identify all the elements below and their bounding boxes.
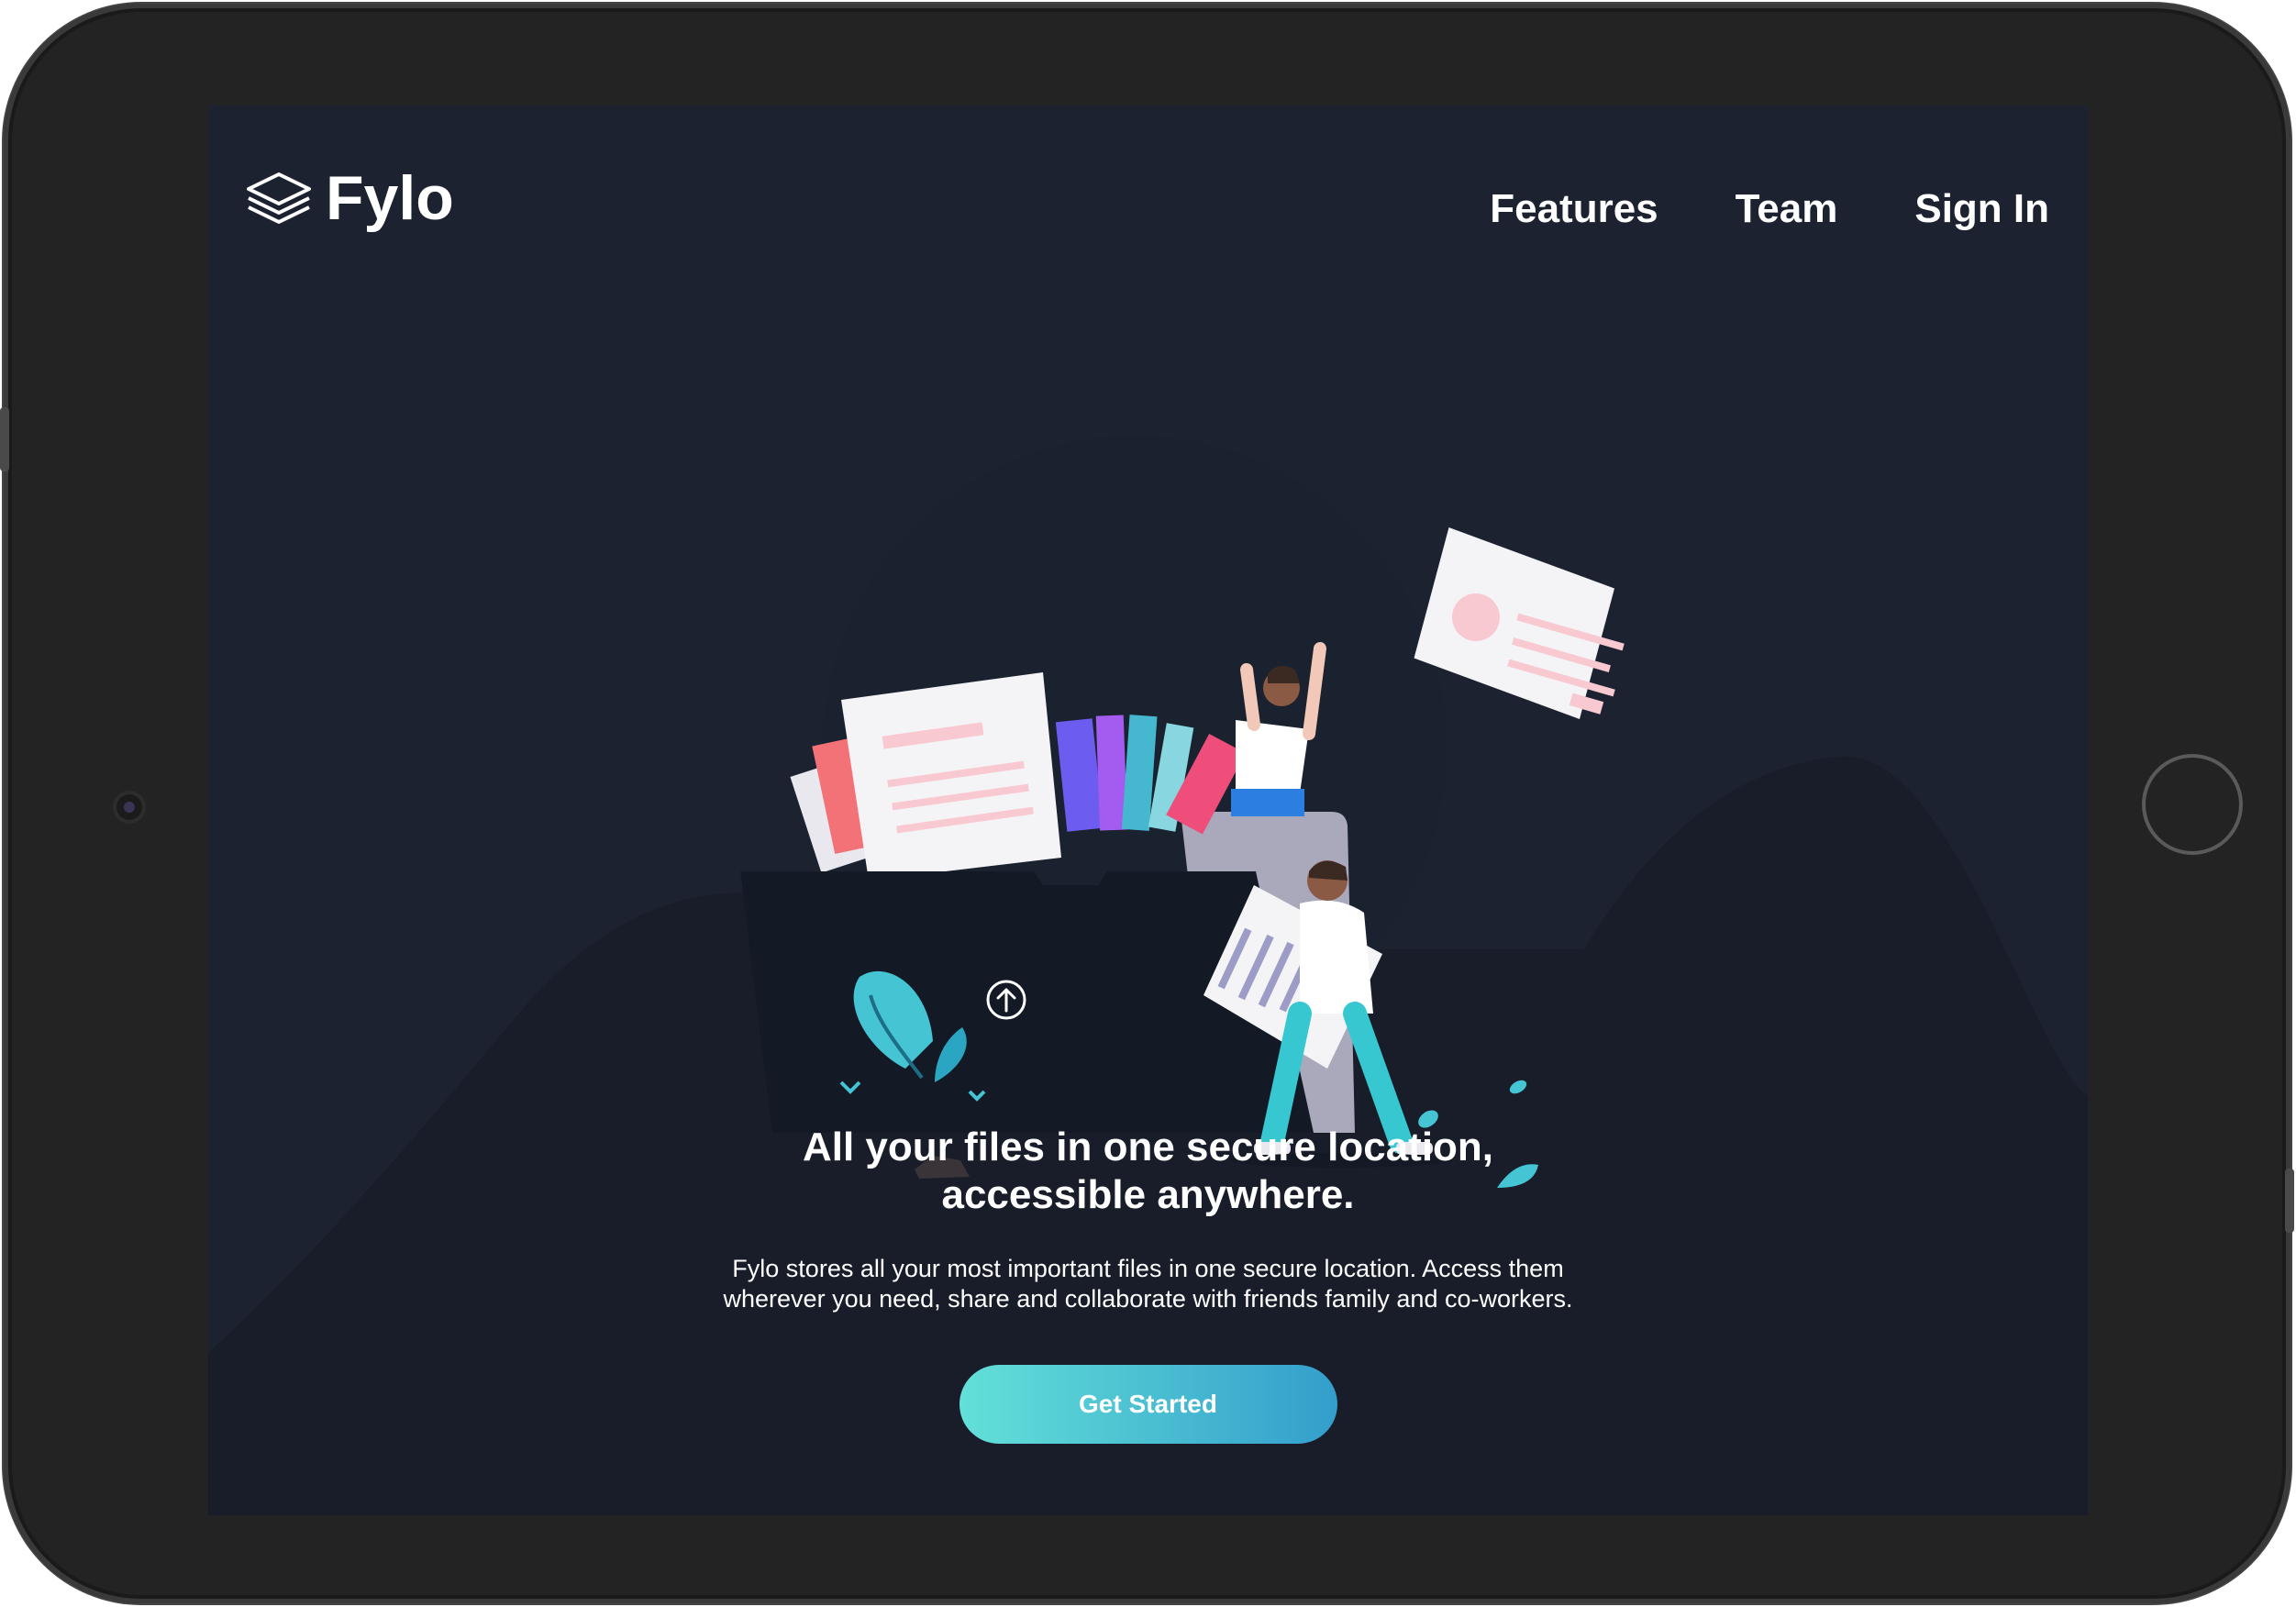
tablet-frame: Fylo Features Team Sign In All your file… xyxy=(0,4,2294,1603)
home-button xyxy=(2142,754,2243,855)
navbar: Fylo Features Team Sign In xyxy=(208,105,2088,307)
nav-team-link[interactable]: Team xyxy=(1736,186,1838,232)
brand-logo[interactable]: Fylo xyxy=(245,162,454,234)
file-folder-upload-illustration xyxy=(740,527,1625,1188)
get-started-button[interactable]: Get Started xyxy=(959,1365,1337,1444)
brand-name: Fylo xyxy=(326,163,454,233)
stacked-layers-icon xyxy=(245,171,313,226)
volume-up-button xyxy=(0,407,9,471)
nav-features-link[interactable]: Features xyxy=(1490,186,1658,232)
screen: Fylo Features Team Sign In All your file… xyxy=(208,105,2088,1515)
hero-headline: All your files in one secure location, a… xyxy=(802,1125,1494,1217)
nav-links: Features Team Sign In xyxy=(1490,186,2049,232)
hero-section: All your files in one secure location, a… xyxy=(208,1124,2088,1444)
hero-description: Fylo stores all your most important file… xyxy=(723,1255,1573,1313)
nav-signin-link[interactable]: Sign In xyxy=(1914,186,2049,232)
front-camera xyxy=(113,791,146,824)
power-button xyxy=(2285,1169,2294,1233)
